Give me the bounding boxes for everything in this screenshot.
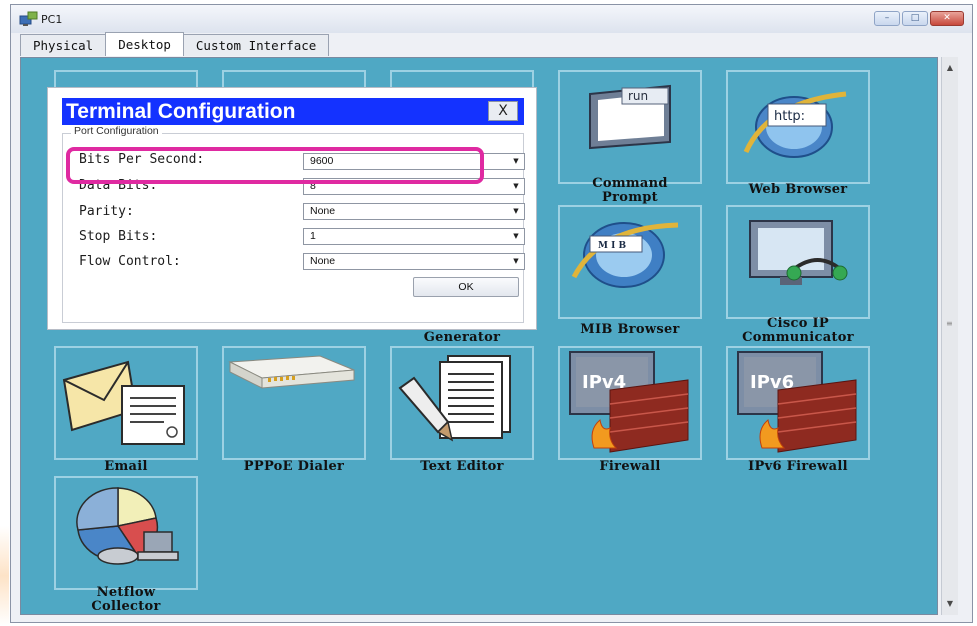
dialog-title-bar[interactable]: Terminal Configuration X bbox=[62, 98, 524, 125]
cisco-ip-communicator-label: Cisco IP Communicator bbox=[703, 317, 893, 345]
edge-decoration bbox=[0, 526, 9, 626]
vertical-scrollbar[interactable]: ▲ ≡ ▼ bbox=[941, 57, 958, 615]
stop-bits-value: 1 bbox=[310, 230, 316, 242]
email-label: Email bbox=[104, 459, 148, 474]
text-editor-label: Text Editor bbox=[420, 459, 504, 474]
pc-icon bbox=[19, 11, 38, 26]
bits-per-second-select[interactable]: 9600 ▼ bbox=[303, 153, 525, 170]
title-bar[interactable]: PC1 – □ ✕ bbox=[11, 5, 972, 33]
window-title: PC1 bbox=[41, 13, 63, 26]
netflow-label-line2: Collector bbox=[91, 599, 161, 614]
tab-desktop[interactable]: Desktop bbox=[105, 32, 184, 56]
parity-label: Parity: bbox=[79, 204, 134, 219]
minimize-button[interactable]: – bbox=[874, 11, 900, 26]
command-prompt-icon: run bbox=[589, 84, 671, 150]
app-card-pppoe-dialer[interactable] bbox=[222, 346, 366, 460]
close-window-button[interactable]: ✕ bbox=[930, 11, 964, 26]
ipv6-firewall-icon: IPv6 bbox=[737, 351, 857, 453]
mib-browser-icon: M I B bbox=[571, 222, 679, 288]
dialog-title: Terminal Configuration bbox=[66, 100, 296, 123]
group-label: Port Configuration bbox=[71, 125, 162, 137]
svg-text:M I B: M I B bbox=[598, 241, 626, 251]
parity-value: None bbox=[310, 205, 336, 217]
pppoe-dialer-label: PPPoE Dialer bbox=[243, 459, 345, 474]
text-editor-icon bbox=[398, 355, 511, 442]
app-card-ipv6-firewall[interactable]: IPv6 bbox=[726, 346, 870, 460]
command-prompt-label-line1: Command bbox=[592, 176, 668, 191]
ipv6-firewall-label: IPv6 Firewall bbox=[748, 459, 848, 474]
scroll-up-icon[interactable]: ▲ bbox=[942, 61, 958, 75]
chevron-down-icon: ▼ bbox=[513, 232, 519, 240]
app-card-web-browser[interactable]: http: bbox=[726, 70, 870, 184]
mib-browser-label: MIB Browser bbox=[580, 322, 680, 337]
cisco-label-line1: Cisco IP bbox=[767, 316, 829, 331]
data-bits-value: 8 bbox=[310, 180, 316, 192]
window-controls: – □ ✕ bbox=[874, 11, 964, 26]
stop-bits-select[interactable]: 1 ▼ bbox=[303, 228, 525, 245]
chevron-down-icon: ▼ bbox=[513, 207, 519, 215]
tab-custom-interface[interactable]: Custom Interface bbox=[182, 34, 330, 56]
flow-control-label: Flow Control: bbox=[79, 254, 181, 269]
app-card-mib-browser[interactable]: M I B bbox=[558, 205, 702, 319]
app-card-cisco-ip-communicator[interactable] bbox=[726, 205, 870, 319]
bits-per-second-label: Bits Per Second: bbox=[79, 152, 205, 167]
command-prompt-label-line2: Prompt bbox=[602, 190, 658, 205]
cisco-ip-communicator-icon bbox=[749, 220, 848, 285]
traffic-generator-label: Generator bbox=[423, 330, 501, 345]
netflow-collector-label: Netflow Collector bbox=[31, 586, 221, 614]
parity-select[interactable]: None ▼ bbox=[303, 203, 525, 220]
chevron-down-icon: ▼ bbox=[513, 182, 519, 190]
email-icon bbox=[62, 360, 185, 445]
app-card-netflow-collector[interactable] bbox=[54, 476, 198, 590]
data-bits-select[interactable]: 8 ▼ bbox=[303, 178, 525, 195]
dialog-close-button[interactable]: X bbox=[488, 101, 518, 121]
firewall-label: Firewall bbox=[599, 459, 661, 474]
scroll-down-icon[interactable]: ▼ bbox=[942, 597, 958, 611]
app-card-text-editor[interactable] bbox=[390, 346, 534, 460]
maximize-icon: □ bbox=[910, 13, 920, 23]
ok-button[interactable]: OK bbox=[413, 277, 519, 297]
tab-bar: Physical Desktop Custom Interface bbox=[20, 32, 330, 58]
firewall-icon: IPv4 bbox=[569, 351, 689, 453]
cisco-label-line2: Communicator bbox=[742, 330, 854, 345]
minimize-icon: – bbox=[884, 13, 890, 23]
svg-text:run: run bbox=[628, 89, 648, 103]
command-prompt-label: Command Prompt bbox=[535, 177, 725, 205]
web-browser-label: Web Browser bbox=[748, 182, 848, 197]
pppoe-dialer-icon bbox=[228, 355, 355, 389]
stop-bits-label: Stop Bits: bbox=[79, 229, 158, 244]
flow-control-value: None bbox=[310, 255, 336, 267]
netflow-label-line1: Netflow bbox=[96, 585, 156, 600]
tab-physical[interactable]: Physical bbox=[20, 34, 107, 56]
chevron-down-icon: ▼ bbox=[513, 257, 519, 265]
app-card-email[interactable] bbox=[54, 346, 198, 460]
web-browser-icon: http: bbox=[743, 91, 847, 158]
scroll-grip-icon[interactable]: ≡ bbox=[946, 319, 954, 328]
svg-text:http:: http: bbox=[774, 109, 805, 124]
close-icon: ✕ bbox=[943, 13, 951, 23]
data-bits-label: Data Bits: bbox=[79, 178, 158, 193]
flow-control-select[interactable]: None ▼ bbox=[303, 253, 525, 270]
maximize-button[interactable]: □ bbox=[902, 11, 928, 26]
app-card-command-prompt[interactable]: run bbox=[558, 70, 702, 184]
bits-per-second-value: 9600 bbox=[310, 155, 334, 167]
netflow-collector-icon bbox=[76, 487, 179, 565]
chevron-down-icon: ▼ bbox=[513, 157, 519, 165]
app-card-firewall[interactable]: IPv4 bbox=[558, 346, 702, 460]
